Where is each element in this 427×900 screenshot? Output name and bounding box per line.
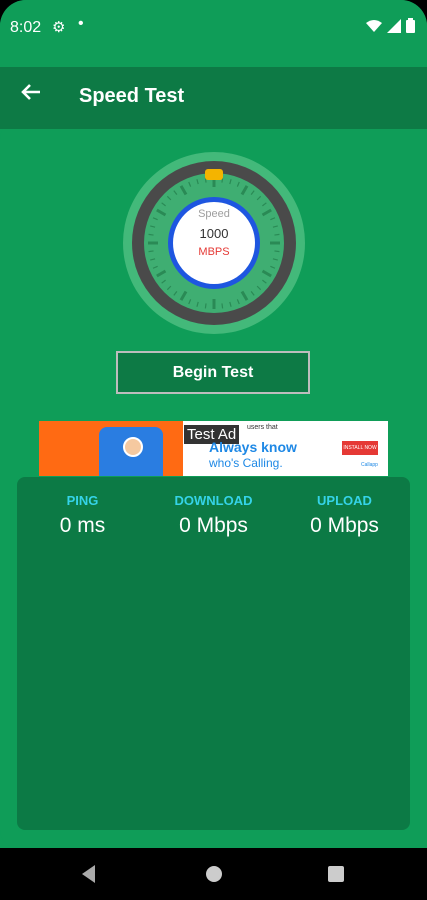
ad-subline: who's Calling. [209, 456, 283, 470]
nav-recents-icon[interactable] [328, 866, 344, 882]
stats-panel: PING 0 ms DOWNLOAD 0 Mbps UPLOAD 0 Mbps [17, 477, 410, 830]
gauge-value: 1000 [199, 226, 229, 241]
notification-dot: • [78, 15, 84, 32]
status-icons [366, 18, 415, 33]
gauge-tick [221, 303, 224, 309]
wifi-icon [366, 19, 382, 32]
stat-upload: UPLOAD 0 Mbps [279, 493, 410, 538]
gauge-speed-label: Speed [198, 208, 230, 220]
system-nav-bar [0, 848, 427, 900]
phone-screen: 8:02 ⚙ • Speed Test Speed 1000 MBPS Begi… [0, 0, 427, 900]
nav-home-icon[interactable] [206, 866, 222, 882]
status-bar: 8:02 ⚙ • [0, 0, 427, 54]
gauge-unit: MBPS [198, 246, 230, 258]
page-title: Speed Test [79, 85, 185, 107]
gear-icon: ⚙ [52, 19, 66, 36]
ping-label: PING [66, 493, 99, 508]
ad-headline: Always know [209, 439, 297, 455]
upload-value: 0 Mbps [310, 514, 379, 537]
app-bar: Speed Test [0, 67, 427, 129]
stat-download: DOWNLOAD 0 Mbps [148, 493, 279, 538]
nav-back-icon[interactable] [82, 865, 95, 883]
upload-label: UPLOAD [317, 493, 372, 508]
ping-value: 0 ms [59, 514, 106, 537]
stat-ping: PING 0 ms [17, 493, 148, 538]
speed-gauge: Speed 1000 MBPS [123, 152, 305, 334]
gauge-needle-marker [205, 169, 223, 180]
battery-icon [406, 18, 415, 33]
ad-avatar [123, 437, 143, 457]
ad-banner[interactable]: Test Ad users that Always know who's Cal… [39, 421, 388, 476]
status-time: 8:02 [10, 19, 42, 36]
ad-install-button[interactable]: INSTALL NOW [342, 441, 378, 455]
download-label: DOWNLOAD [174, 493, 253, 508]
signal-icon [387, 18, 401, 33]
gauge-tick [204, 303, 207, 309]
ad-line1: users that [247, 424, 278, 431]
begin-test-button[interactable]: Begin Test [116, 351, 310, 394]
ad-logo: Callapp [361, 462, 378, 468]
arrow-left-icon[interactable] [20, 81, 42, 110]
download-value: 0 Mbps [179, 514, 248, 537]
